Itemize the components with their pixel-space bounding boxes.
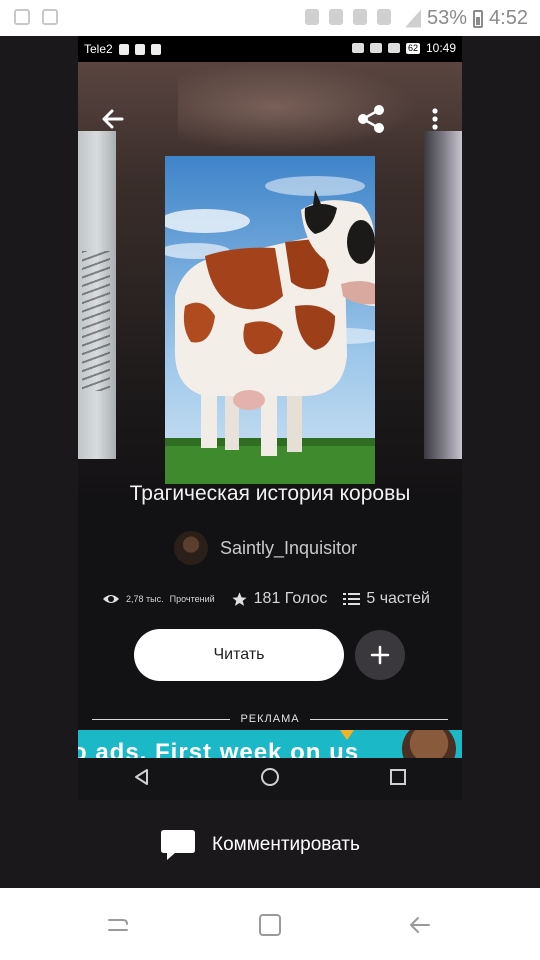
next-story-cover[interactable] (424, 131, 462, 459)
sim-icon (118, 43, 129, 55)
story-title: Трагическая история коровы (129, 482, 411, 505)
carrier-name: Tele2 (84, 42, 113, 56)
more-vertical-icon (432, 108, 438, 130)
votes-count: 181 Голос (253, 590, 328, 607)
author-link[interactable]: Saintly_Inquisitor (174, 531, 357, 565)
cow-cover-image (165, 156, 375, 484)
circle-home-icon (260, 767, 279, 786)
recents-icon (108, 919, 128, 931)
triangle-back-icon (134, 768, 148, 785)
plus-icon (370, 645, 390, 665)
signal-icon (387, 43, 400, 53)
home-key[interactable] (255, 910, 285, 940)
ad-label: РЕКЛАМА (240, 713, 300, 725)
home-nav-button[interactable] (259, 766, 281, 793)
app-navigation-bar (78, 758, 462, 800)
avatar[interactable] (174, 531, 208, 565)
recents-key[interactable] (103, 910, 133, 940)
clock: 10:49 (425, 41, 456, 55)
vibrate-icon (351, 43, 364, 53)
battery-percent: 53% (427, 7, 468, 29)
wifi-icon (377, 9, 391, 25)
share-button[interactable] (354, 102, 388, 136)
parts-stat: 5 частей (343, 590, 430, 608)
add-to-library-button[interactable] (355, 630, 405, 680)
gallery-notification-icon (14, 9, 30, 25)
previous-story-cover[interactable] (78, 131, 116, 459)
speech-bubble-icon (161, 830, 195, 860)
home-icon (259, 914, 281, 936)
app-status-bar: Tele2 62 10:49 (78, 36, 462, 62)
votes-stat: 181 Голос (231, 590, 328, 608)
back-nav-button[interactable] (132, 767, 152, 792)
more-options-button[interactable] (418, 102, 452, 136)
ad-banner[interactable]: o ads. First week on us (78, 730, 462, 758)
clock: 4:52 (489, 7, 528, 29)
eye-icon (103, 595, 119, 603)
signal-icon (405, 9, 422, 28)
comment-bar: Комментировать (0, 800, 540, 888)
list-icon (343, 593, 361, 605)
reads-stat: 2,78 тыс. Прочтений (102, 592, 215, 606)
back-icon (410, 917, 430, 933)
square-recents-icon (390, 768, 407, 785)
share-icon (358, 105, 384, 133)
wifi-icon (369, 43, 382, 53)
device-status-right: 53% 4:52 (405, 7, 528, 30)
image-notification-icon (150, 43, 161, 55)
ad-divider: РЕКЛАМА (92, 711, 449, 727)
app-notification-icon (134, 43, 145, 55)
cover-carousel[interactable] (78, 62, 462, 494)
reads-label: Прочтений (169, 594, 215, 604)
read-button[interactable]: Читать (134, 629, 344, 681)
battery-level: 62 (405, 42, 420, 54)
device-navigation-bar (0, 888, 540, 960)
comment-label[interactable]: Комментировать (212, 834, 360, 856)
arrow-left-icon (102, 109, 124, 129)
comment-button[interactable]: Комментировать (160, 828, 360, 862)
notification-icons (14, 9, 58, 25)
status-icons (305, 9, 391, 25)
star-icon (232, 591, 247, 606)
back-key[interactable] (405, 910, 435, 940)
search-notification-icon (42, 9, 58, 25)
ad-text: o ads. First week on us (78, 739, 360, 758)
nfc-icon (329, 9, 343, 25)
recents-nav-button[interactable] (388, 767, 408, 792)
story-stats: 2,78 тыс. Прочтений 181 Голос 5 частей (102, 590, 446, 608)
device-status-bar: 53% 4:52 (0, 0, 540, 36)
reads-count: 2,78 тыс. (126, 594, 164, 604)
ad-image (402, 730, 456, 758)
app-screen: Tele2 62 10:49 Трагическая история коров… (78, 36, 462, 800)
alarm-icon (305, 9, 319, 25)
story-cover[interactable] (165, 156, 375, 484)
parts-count: 5 частей (366, 590, 430, 607)
silent-icon (353, 9, 367, 25)
back-button[interactable] (96, 102, 130, 136)
author-name[interactable]: Saintly_Inquisitor (220, 538, 357, 559)
battery-icon (473, 9, 484, 28)
